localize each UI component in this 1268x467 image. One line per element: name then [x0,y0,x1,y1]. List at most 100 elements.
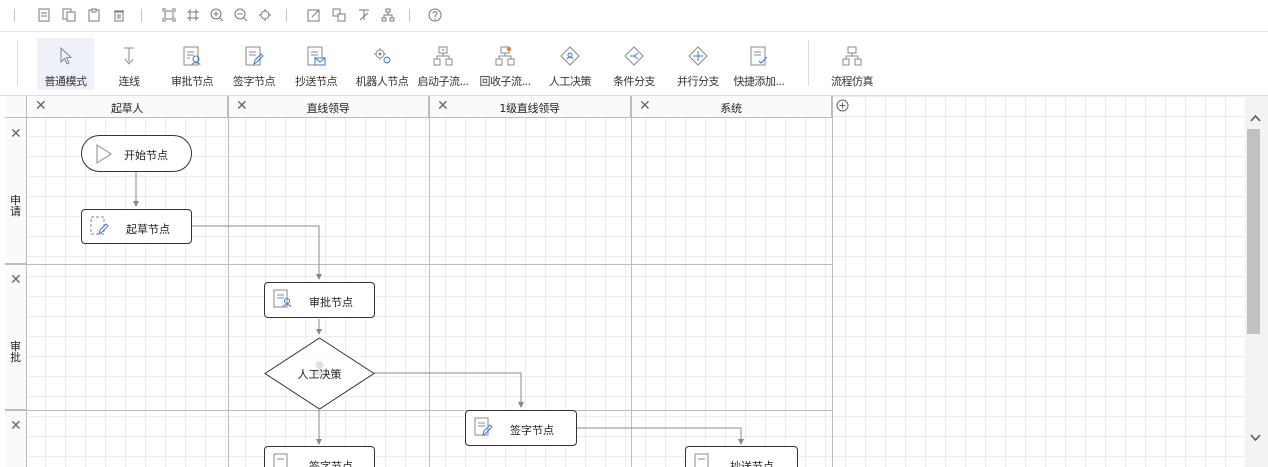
decision-diamond-icon [560,46,580,66]
lane-divider [5,264,833,265]
clear-format-icon[interactable] [357,8,371,22]
lane-divider [228,96,229,467]
vertical-scrollbar[interactable] [1245,96,1268,467]
paste-icon[interactable] [87,8,101,22]
tool-cc-node[interactable]: 抄送节点 [290,38,342,90]
lane-title: 直线领导 [306,102,350,115]
sign-node-icon [245,46,264,66]
tool-label: 机器人节点 [355,75,409,88]
layout-icon[interactable] [381,8,395,22]
manual-decision-node[interactable]: 人工决策 [264,337,375,410]
sign-node[interactable]: 签字节点 [465,410,577,446]
import-icon[interactable] [332,8,346,22]
tool-label: 人工决策 [549,75,592,88]
tool-robot-node[interactable]: 机器人节点 [352,38,412,90]
separator [17,40,18,86]
pointer-icon [60,46,72,65]
tool-recycle-subprocess[interactable]: 回收子流... [476,38,534,90]
export-icon[interactable] [307,8,321,22]
separator [14,9,15,22]
start-node[interactable]: 开始节点 [81,135,192,172]
lane-divider [429,96,430,467]
tool-label: 回收子流... [479,75,532,88]
row-title: 审批 [10,340,21,364]
separator [808,40,809,86]
tool-parallel-branch[interactable]: 并行分支 [672,38,724,90]
file-icon[interactable] [37,8,51,22]
tool-sign-node[interactable]: 签字节点 [228,38,280,90]
quick-add-icon [750,46,768,66]
lane-header-drafter[interactable]: ✕ 起草人 [27,96,228,118]
flow-canvas[interactable]: ✕ 起草人 ✕ 直线领导 ✕ 1级直线领导 ✕ 系统 ✕ 申请 ✕ 审批 ✕ 开… [5,96,1245,467]
scroll-down-icon[interactable] [1249,431,1262,444]
tool-normal-mode[interactable]: 普通模式 [37,38,94,90]
lane-title: 系统 [720,102,742,115]
close-icon[interactable]: ✕ [10,126,22,142]
add-lane-icon[interactable] [836,99,849,112]
row-header-apply[interactable]: ✕ 申请 [5,118,27,264]
help-icon[interactable] [428,8,442,22]
robot-gear-icon [374,48,391,64]
node-label: 签字节点 [510,424,554,437]
sign-node-icon [273,453,288,467]
lane-divider [631,96,632,467]
lane-title: 1级直线领导 [499,102,560,115]
node-label: 抄送节点 [730,460,774,467]
grid-icon[interactable] [186,8,200,22]
separator [141,9,142,22]
tool-conditional-branch[interactable]: 条件分支 [608,38,660,90]
lane-corner [5,96,27,118]
approval-node-icon [183,46,201,66]
cc-node-icon [694,453,709,467]
lane-title: 起草人 [110,102,144,115]
tool-manual-decision[interactable]: 人工决策 [544,38,596,90]
scrollbar-thumb[interactable] [1247,129,1260,334]
scroll-up-icon[interactable] [1249,112,1262,125]
tool-connector[interactable]: 连线 [104,38,154,90]
play-icon [96,144,112,164]
tool-label: 条件分支 [613,75,656,88]
tool-approval-node[interactable]: 审批节点 [166,38,218,90]
node-toolbar: 普通模式 连线 审批节点 签字节点 抄送节点 机器人节点 启动子流... 回收子… [0,32,1268,96]
node-label: 人工决策 [297,368,342,381]
lane-header-level1-leader[interactable]: ✕ 1级直线领导 [429,96,631,118]
copy-icon[interactable] [62,8,76,22]
tool-quick-add[interactable]: 快捷添加... [730,38,788,90]
sign-node-icon [474,417,493,437]
tool-start-subprocess[interactable]: 启动子流... [414,38,472,90]
tool-process-simulation[interactable]: 流程仿真 [826,38,878,90]
bottom-node-system[interactable]: 抄送节点 [685,446,798,467]
fit-screen-icon[interactable] [162,8,176,22]
row-header-approve[interactable]: ✕ 审批 [5,264,27,410]
tool-label: 连线 [118,75,141,88]
lane-header-line-leader[interactable]: ✕ 直线领导 [228,96,429,118]
row-title: 申请 [10,194,21,218]
zoom-out-icon[interactable] [234,8,248,22]
actual-size-icon[interactable] [258,8,272,22]
lane-header-system[interactable]: ✕ 系统 [631,96,832,118]
tool-label: 启动子流... [417,75,470,88]
lane-divider [5,410,833,411]
tool-label: 抄送节点 [295,75,338,88]
recycle-subprocess-icon [495,46,515,66]
close-icon[interactable]: ✕ [10,272,22,288]
row-header-third[interactable]: ✕ [5,410,27,467]
approval-node[interactable]: 审批节点 [264,282,375,318]
node-label: 签字节点 [309,460,353,467]
draft-node-icon [90,216,109,236]
tool-label: 流程仿真 [831,75,874,88]
zoom-in-icon[interactable] [210,8,224,22]
bottom-node-line-leader[interactable]: 签字节点 [264,446,375,467]
parallel-branch-icon [688,46,708,66]
cc-node-icon [307,46,326,66]
close-icon[interactable]: ✕ [10,418,22,434]
condition-branch-icon [624,46,644,66]
delete-icon[interactable] [112,8,126,22]
separator [409,9,410,22]
top-icon-bar [0,0,1268,32]
simulation-icon [842,46,862,66]
node-label: 开始节点 [124,149,168,162]
node-label: 起草节点 [126,223,170,236]
draft-node[interactable]: 起草节点 [81,209,192,244]
connector-icon [124,47,134,65]
